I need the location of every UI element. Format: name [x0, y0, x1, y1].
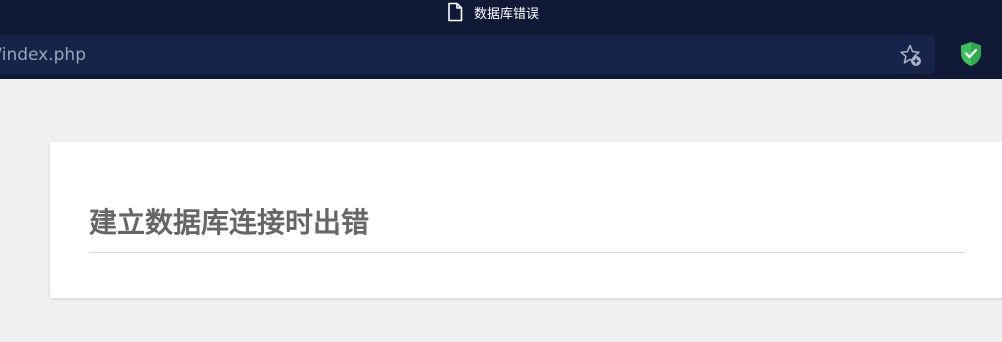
error-heading: 建立数据库连接时出错: [89, 206, 965, 253]
shield-check-icon[interactable]: [959, 41, 983, 67]
tab-title[interactable]: 数据库错误: [446, 0, 539, 24]
url-text[interactable]: /index.php: [0, 45, 86, 65]
tab-title-text: 数据库错误: [474, 6, 540, 22]
page-icon: [448, 2, 463, 22]
page-content: 建立数据库连接时出错: [0, 79, 1002, 342]
star-plus-icon[interactable]: [898, 43, 922, 67]
browser-toolbar: /index.php: [0, 24, 1002, 79]
browser-titlebar: 数据库错误: [0, 0, 1002, 24]
address-bar[interactable]: /index.php: [0, 35, 935, 74]
error-card: 建立数据库连接时出错: [50, 142, 1002, 298]
